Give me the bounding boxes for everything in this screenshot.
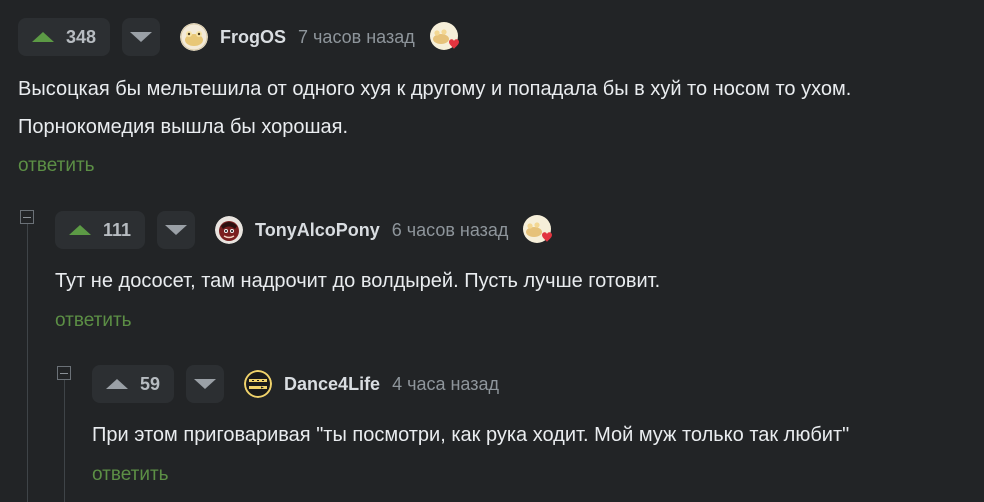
downvote-button[interactable] (122, 18, 161, 56)
downvote-button[interactable] (186, 365, 225, 403)
rating-count: 348 (66, 26, 97, 47)
comment-header: 59 Dance4Life 4 часа назад (92, 365, 499, 403)
upvote-button[interactable]: 348 (18, 18, 111, 56)
thread-line (27, 224, 28, 502)
downvote-arrow-icon (165, 225, 188, 235)
author-name[interactable]: TonyAlcoPony (255, 220, 380, 241)
upvote-button[interactable]: 59 (92, 365, 175, 403)
heart-award-icon[interactable] (522, 214, 554, 246)
timestamp: 7 часов назад (298, 26, 415, 47)
comment-text-line: Порнокомедия вышла бы хорошая. (18, 116, 349, 138)
upvote-arrow-icon (69, 225, 91, 235)
frog-avatar-icon[interactable] (180, 23, 209, 51)
timestamp: 6 часов назад (391, 219, 509, 240)
pony-avatar-icon[interactable] (215, 216, 244, 244)
downvote-arrow-icon (130, 32, 153, 42)
rating-count: 111 (103, 219, 132, 240)
downvote-arrow-icon (194, 379, 217, 389)
collapse-thread-button[interactable] (20, 210, 34, 224)
heart-award-icon[interactable] (429, 21, 461, 53)
comment-text-line: Высоцкая бы мельтешила от одного хуя к д… (18, 78, 852, 100)
comment-header: 111 TonyAlcoPony 6 часов назад (55, 211, 554, 249)
upvote-arrow-icon (32, 32, 54, 42)
upvote-arrow-icon (106, 379, 128, 389)
collapse-thread-button[interactable] (57, 366, 71, 380)
rating-count: 59 (140, 373, 161, 394)
reply-link[interactable]: ответить (18, 155, 95, 177)
timestamp: 4 часа назад (392, 373, 500, 394)
comment-text-line: Тут не дососет, там надрочит до волдырей… (55, 270, 661, 292)
comment-text-line: При этом приговаривая "ты посмотри, как … (92, 424, 850, 446)
author-name[interactable]: Dance4Life (284, 374, 380, 395)
thread-line (64, 380, 65, 502)
upvote-button[interactable]: 111 (55, 211, 146, 249)
author-name[interactable]: FrogOS (220, 27, 286, 48)
reply-link[interactable]: ответить (55, 310, 132, 332)
reply-link[interactable]: ответить (92, 464, 169, 486)
downvote-button[interactable] (157, 211, 196, 249)
dance-avatar-icon[interactable] (244, 370, 273, 398)
comment-header: 348 FrogOS 7 часов назад (18, 18, 461, 56)
